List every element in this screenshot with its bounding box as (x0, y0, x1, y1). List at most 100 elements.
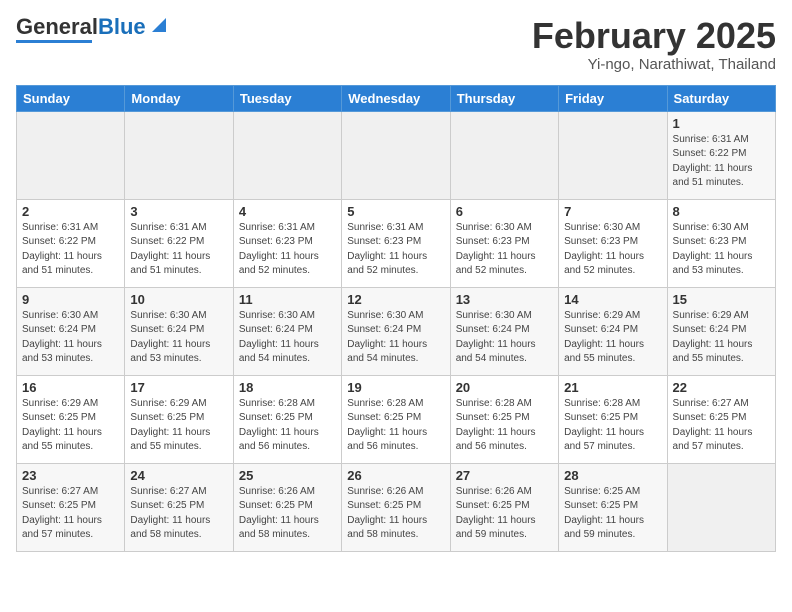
calendar-cell: 17 Sunrise: 6:29 AM Sunset: 6:25 PM Dayli… (125, 375, 233, 463)
day-number: 6 (456, 204, 553, 219)
weekday-header: Monday (125, 85, 233, 111)
logo-text: GeneralBlue (16, 16, 146, 38)
day-number: 25 (239, 468, 336, 483)
calendar-cell (559, 111, 667, 199)
day-detail: Sunrise: 6:31 AM Sunset: 6:23 PM Dayligh… (239, 221, 336, 279)
calendar-cell: 10Sunrise: 6:30 AM Sunset: 6:24 PM Dayli… (125, 287, 233, 375)
calendar-cell: 7 Sunrise: 6:30 AM Sunset: 6:23 PM Daylig… (559, 199, 667, 287)
day-number: 15 (673, 292, 770, 307)
calendar-cell: 14 Sunrise: 6:29 AM Sunset: 6:24 PM Dayli… (559, 287, 667, 375)
day-detail: Sunrise: 6:29 AM Sunset: 6:24 PM Dayligh… (673, 309, 770, 367)
day-detail: Sunrise: 6:30 AM Sunset: 6:24 PM Dayligh… (130, 309, 227, 367)
day-number: 27 (456, 468, 553, 483)
day-number: 17 (130, 380, 227, 395)
calendar-week-row: 2 Sunrise: 6:31 AM Sunset: 6:22 PM Daylig… (17, 199, 776, 287)
day-detail: Sunrise: 6:26 AM Sunset: 6:25 PM Dayligh… (239, 485, 336, 543)
day-detail: Sunrise: 6:30 AM Sunset: 6:23 PM Dayligh… (456, 221, 553, 279)
logo-underline (16, 40, 92, 43)
logo-part1: General (16, 14, 98, 39)
calendar-cell: 9 Sunrise: 6:30 AM Sunset: 6:24 PM Daylig… (17, 287, 125, 375)
day-number: 21 (564, 380, 661, 395)
day-detail: Sunrise: 6:30 AM Sunset: 6:23 PM Dayligh… (564, 221, 661, 279)
calendar-week-row: 23 Sunrise: 6:27 AM Sunset: 6:25 PM Dayli… (17, 463, 776, 551)
day-number: 18 (239, 380, 336, 395)
day-number: 28 (564, 468, 661, 483)
calendar-cell: 26Sunrise: 6:26 AM Sunset: 6:25 PM Dayli… (342, 463, 450, 551)
calendar-week-row: 16Sunrise: 6:29 AM Sunset: 6:25 PM Dayli… (17, 375, 776, 463)
calendar-cell: 5 Sunrise: 6:31 AM Sunset: 6:23 PM Daylig… (342, 199, 450, 287)
calendar-cell: 28 Sunrise: 6:25 AM Sunset: 6:25 PM Dayli… (559, 463, 667, 551)
day-detail: Sunrise: 6:30 AM Sunset: 6:24 PM Dayligh… (22, 309, 119, 367)
day-number: 13 (456, 292, 553, 307)
day-number: 5 (347, 204, 444, 219)
day-detail: Sunrise: 6:25 AM Sunset: 6:25 PM Dayligh… (564, 485, 661, 543)
day-detail: Sunrise: 6:29 AM Sunset: 6:24 PM Dayligh… (564, 309, 661, 367)
day-detail: Sunrise: 6:27 AM Sunset: 6:25 PM Dayligh… (22, 485, 119, 543)
calendar-cell: 1 Sunrise: 6:31 AM Sunset: 6:22 PM Daylig… (667, 111, 775, 199)
calendar-cell: 4 Sunrise: 6:31 AM Sunset: 6:23 PM Daylig… (233, 199, 341, 287)
calendar-cell: 6 Sunrise: 6:30 AM Sunset: 6:23 PM Daylig… (450, 199, 558, 287)
calendar-cell: 18 Sunrise: 6:28 AM Sunset: 6:25 PM Dayli… (233, 375, 341, 463)
calendar-cell: 21 Sunrise: 6:28 AM Sunset: 6:25 PM Dayli… (559, 375, 667, 463)
calendar-cell: 2 Sunrise: 6:31 AM Sunset: 6:22 PM Daylig… (17, 199, 125, 287)
calendar-cell: 11 Sunrise: 6:30 AM Sunset: 6:24 PM Dayli… (233, 287, 341, 375)
logo-part2: Blue (98, 14, 146, 39)
calendar-week-row: 1 Sunrise: 6:31 AM Sunset: 6:22 PM Daylig… (17, 111, 776, 199)
day-detail: Sunrise: 6:26 AM Sunset: 6:25 PM Dayligh… (456, 485, 553, 543)
day-detail: Sunrise: 6:29 AM Sunset: 6:25 PM Dayligh… (22, 397, 119, 455)
day-number: 20 (456, 380, 553, 395)
calendar-cell: 16Sunrise: 6:29 AM Sunset: 6:25 PM Dayli… (17, 375, 125, 463)
day-detail: Sunrise: 6:28 AM Sunset: 6:25 PM Dayligh… (347, 397, 444, 455)
day-detail: Sunrise: 6:31 AM Sunset: 6:23 PM Dayligh… (347, 221, 444, 279)
calendar-cell: 25 Sunrise: 6:26 AM Sunset: 6:25 PM Dayli… (233, 463, 341, 551)
calendar-cell: 24Sunrise: 6:27 AM Sunset: 6:25 PM Dayli… (125, 463, 233, 551)
weekday-header: Thursday (450, 85, 558, 111)
day-number: 11 (239, 292, 336, 307)
day-number: 1 (673, 116, 770, 131)
calendar-cell (342, 111, 450, 199)
day-number: 19 (347, 380, 444, 395)
calendar-cell (450, 111, 558, 199)
calendar-cell: 23 Sunrise: 6:27 AM Sunset: 6:25 PM Dayli… (17, 463, 125, 551)
calendar-table: SundayMondayTuesdayWednesdayThursdayFrid… (16, 85, 776, 552)
calendar-cell: 3 Sunrise: 6:31 AM Sunset: 6:22 PM Daylig… (125, 199, 233, 287)
day-number: 3 (130, 204, 227, 219)
day-detail: Sunrise: 6:31 AM Sunset: 6:22 PM Dayligh… (22, 221, 119, 279)
calendar-cell (125, 111, 233, 199)
weekday-header-row: SundayMondayTuesdayWednesdayThursdayFrid… (17, 85, 776, 111)
location-title: Yi-ngo, Narathiwat, Thailand (532, 56, 776, 73)
weekday-header: Sunday (17, 85, 125, 111)
calendar-cell (233, 111, 341, 199)
day-detail: Sunrise: 6:30 AM Sunset: 6:24 PM Dayligh… (347, 309, 444, 367)
day-number: 22 (673, 380, 770, 395)
day-detail: Sunrise: 6:29 AM Sunset: 6:25 PM Dayligh… (130, 397, 227, 455)
calendar-cell (17, 111, 125, 199)
weekday-header: Wednesday (342, 85, 450, 111)
day-detail: Sunrise: 6:31 AM Sunset: 6:22 PM Dayligh… (673, 133, 770, 191)
day-number: 7 (564, 204, 661, 219)
day-number: 14 (564, 292, 661, 307)
calendar-cell: 13Sunrise: 6:30 AM Sunset: 6:24 PM Dayli… (450, 287, 558, 375)
day-number: 4 (239, 204, 336, 219)
calendar-week-row: 9 Sunrise: 6:30 AM Sunset: 6:24 PM Daylig… (17, 287, 776, 375)
day-detail: Sunrise: 6:31 AM Sunset: 6:22 PM Dayligh… (130, 221, 227, 279)
day-detail: Sunrise: 6:28 AM Sunset: 6:25 PM Dayligh… (456, 397, 553, 455)
calendar-cell: 22 Sunrise: 6:27 AM Sunset: 6:25 PM Dayli… (667, 375, 775, 463)
day-number: 12 (347, 292, 444, 307)
calendar-cell: 19 Sunrise: 6:28 AM Sunset: 6:25 PM Dayli… (342, 375, 450, 463)
day-number: 26 (347, 468, 444, 483)
day-number: 2 (22, 204, 119, 219)
month-title: February 2025 (532, 16, 776, 56)
calendar-cell: 12 Sunrise: 6:30 AM Sunset: 6:24 PM Dayli… (342, 287, 450, 375)
day-detail: Sunrise: 6:27 AM Sunset: 6:25 PM Dayligh… (673, 397, 770, 455)
day-detail: Sunrise: 6:28 AM Sunset: 6:25 PM Dayligh… (564, 397, 661, 455)
day-detail: Sunrise: 6:30 AM Sunset: 6:23 PM Dayligh… (673, 221, 770, 279)
day-detail: Sunrise: 6:28 AM Sunset: 6:25 PM Dayligh… (239, 397, 336, 455)
calendar-cell (667, 463, 775, 551)
logo-icon (148, 14, 170, 36)
day-detail: Sunrise: 6:30 AM Sunset: 6:24 PM Dayligh… (239, 309, 336, 367)
day-number: 24 (130, 468, 227, 483)
day-number: 9 (22, 292, 119, 307)
title-area: February 2025 Yi-ngo, Narathiwat, Thaila… (532, 16, 776, 73)
day-number: 23 (22, 468, 119, 483)
